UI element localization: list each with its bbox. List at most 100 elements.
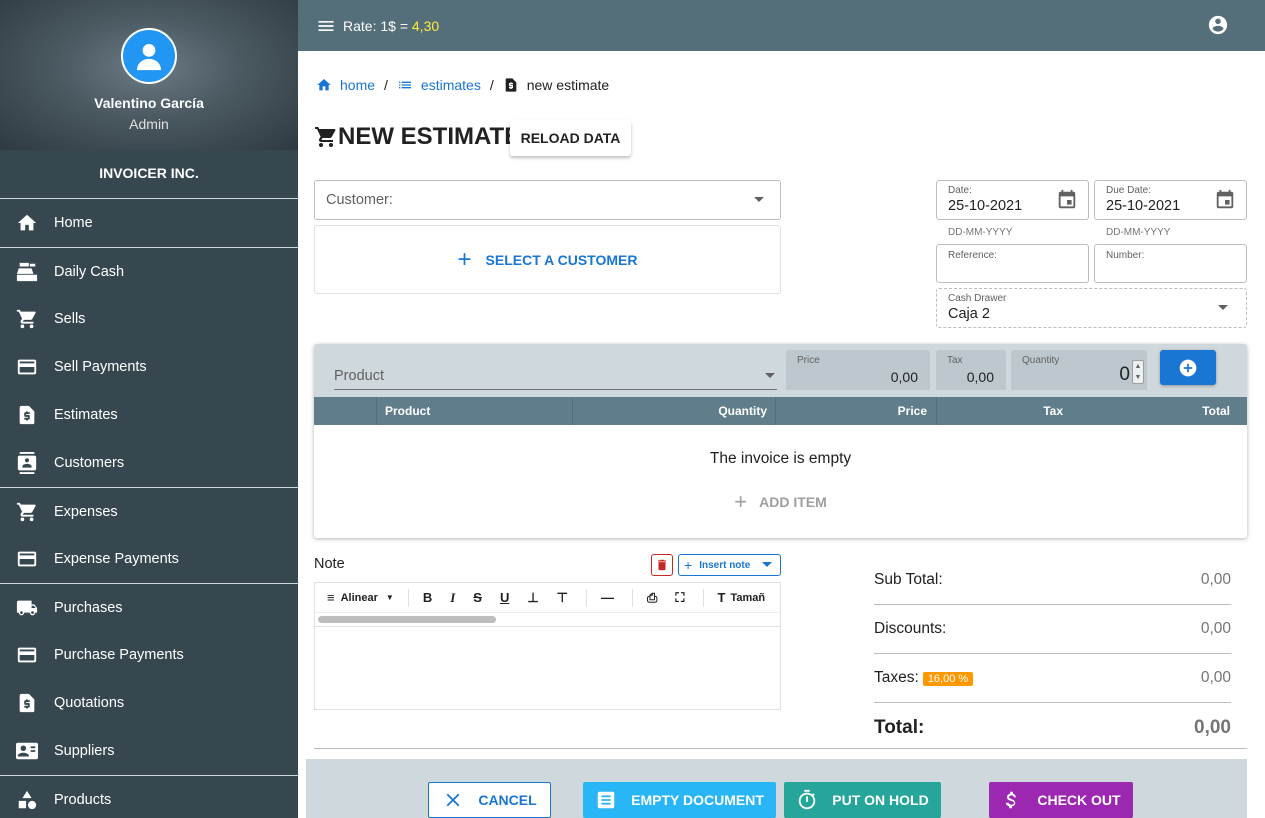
cart-icon: [16, 309, 36, 329]
align-dropdown[interactable]: Alinear: [341, 592, 378, 604]
product-select[interactable]: Product: [334, 352, 777, 390]
breadcrumb-estimates[interactable]: estimates: [421, 77, 481, 93]
column-divider: [775, 397, 776, 425]
quantity-stepper[interactable]: Quantity 0 ▲ ▼: [1011, 350, 1147, 390]
insert-note-dropdown[interactable]: + Insert note: [678, 554, 781, 576]
sidebar-item-label: Expenses: [54, 503, 118, 520]
document-dollar-icon: [19, 405, 35, 425]
date-field[interactable]: Date: 25-10-2021: [936, 180, 1089, 220]
text-size-dropdown[interactable]: Tamañ: [730, 592, 765, 604]
print-icon[interactable]: ⎙: [647, 590, 657, 606]
menu-icon[interactable]: [316, 16, 336, 36]
avatar[interactable]: [121, 28, 177, 84]
breadcrumb-home[interactable]: home: [340, 77, 375, 93]
sidebar-item-label: Products: [54, 791, 112, 808]
trash-icon: [657, 559, 667, 571]
column-quantity: Quantity: [718, 404, 767, 418]
sidebar-item-label: Suppliers: [54, 743, 115, 759]
toolbar-scrollbar[interactable]: [315, 613, 780, 627]
checkout-button[interactable]: CHECK OUT: [989, 782, 1133, 818]
add-product-button[interactable]: [1160, 350, 1216, 385]
close-icon: [446, 793, 460, 807]
home-icon: [317, 79, 331, 91]
price-input[interactable]: Price 0,00: [786, 350, 930, 390]
date-value: 25-10-2021: [948, 198, 1023, 214]
toolbar-divider: [631, 588, 633, 607]
calendar-icon[interactable]: [1056, 189, 1078, 211]
sidebar-item-daily-cash[interactable]: Daily Cash: [0, 247, 298, 295]
divider: [314, 748, 1247, 749]
home-icon: [17, 214, 37, 231]
sidebar-item-home[interactable]: Home: [0, 199, 298, 247]
sidebar-item-sell-payments[interactable]: Sell Payments: [0, 343, 298, 391]
put-on-hold-button[interactable]: PUT ON HOLD: [784, 782, 941, 818]
subtotal-label: Sub Total:: [874, 571, 943, 588]
document-dollar-icon: [505, 78, 517, 92]
dollar-icon: [1006, 791, 1017, 809]
sidebar-item-quotations[interactable]: Quotations: [0, 679, 298, 727]
sidebar-item-label: Customers: [54, 455, 125, 471]
fullscreen-icon[interactable]: ⛶: [675, 590, 684, 606]
sidebar-item-expense-payments[interactable]: Expense Payments: [0, 535, 298, 583]
tax-label: Tax: [947, 355, 963, 366]
sidebar-item-products[interactable]: Products: [0, 775, 298, 818]
sidebar-item-label: Purchases: [54, 599, 123, 616]
due-date-field[interactable]: Due Date: 25-10-2021: [1094, 180, 1247, 220]
reload-data-button[interactable]: RELOAD DATA: [510, 120, 631, 156]
add-item-button[interactable]: + ADD ITEM: [314, 489, 1247, 515]
scrollbar-thumb[interactable]: [318, 616, 496, 623]
calendar-icon[interactable]: [1214, 189, 1236, 211]
sidebar-item-purchase-payments[interactable]: Purchase Payments: [0, 631, 298, 679]
column-price: Price: [897, 404, 927, 418]
account-circle-icon[interactable]: [1207, 14, 1229, 36]
toolbar-divider: [585, 588, 587, 607]
sidebar-item-estimates[interactable]: Estimates: [0, 391, 298, 439]
column-total: Total: [1202, 404, 1230, 418]
chevron-down-icon: [754, 197, 764, 202]
cash-drawer-value: Caja 2: [948, 306, 990, 322]
cancel-button[interactable]: CANCEL: [428, 782, 551, 818]
reference-field[interactable]: Reference:: [936, 244, 1089, 283]
underline-icon[interactable]: U: [500, 590, 509, 605]
italic-icon[interactable]: I: [450, 590, 455, 606]
note-editor[interactable]: ≡ Alinear ▼ B I S U ⊥ ⊤ — ⎙ ⛶ T Tamañ: [314, 582, 781, 710]
sidebar-item-expenses[interactable]: Expenses: [0, 487, 298, 535]
sidebar-item-sells[interactable]: Sells: [0, 295, 298, 343]
add-circle-icon: [1179, 359, 1197, 376]
discounts-value: 0,00: [1200, 620, 1231, 637]
exchange-rate: Rate: 1$ = 4,30: [343, 18, 439, 34]
top-bar: Rate: 1$ = 4,30: [298, 0, 1265, 51]
empty-document-button[interactable]: EMPTY DOCUMENT: [583, 782, 776, 818]
delete-note-button[interactable]: [651, 554, 673, 576]
select-customer-label: SELECT A CUSTOMER: [485, 251, 638, 268]
tax-value: 0,00: [966, 369, 994, 385]
total-label: Total:: [874, 716, 925, 738]
number-field[interactable]: Number:: [1094, 244, 1247, 283]
bold-icon[interactable]: B: [423, 590, 432, 605]
strikethrough-icon[interactable]: S: [473, 590, 482, 605]
date-hint: DD-MM-YYYY: [948, 227, 1013, 238]
due-date-hint: DD-MM-YYYY: [1106, 227, 1171, 238]
tax-input[interactable]: Tax 0,00: [936, 350, 1006, 390]
sidebar-item-customers[interactable]: Customers: [0, 439, 298, 487]
select-customer-button[interactable]: + SELECT A CUSTOMER: [314, 225, 781, 294]
subtotal-row: Sub Total: 0,00: [874, 556, 1231, 605]
plus-icon: +: [684, 557, 693, 573]
cash-drawer-select[interactable]: Cash Drawer Caja 2: [936, 288, 1247, 328]
empty-document-label: EMPTY DOCUMENT: [631, 792, 764, 808]
column-divider: [572, 397, 573, 425]
horizontal-rule-icon[interactable]: —: [601, 590, 614, 605]
page-title: NEW ESTIMATE: [314, 123, 520, 151]
sidebar-item-label: Quotations: [54, 695, 125, 711]
sidebar-item-label: Home: [54, 215, 93, 231]
sidebar-item-suppliers[interactable]: Suppliers: [0, 727, 298, 775]
quantity-spin-buttons[interactable]: ▲ ▼: [1132, 360, 1144, 384]
cancel-label: CANCEL: [478, 792, 537, 808]
sidebar-item-purchases[interactable]: Purchases: [0, 583, 298, 631]
plus-icon: +: [734, 489, 748, 514]
chevron-down-icon[interactable]: ▼: [386, 593, 394, 602]
customer-select[interactable]: Customer:: [314, 180, 781, 220]
checkout-label: CHECK OUT: [1037, 792, 1121, 808]
superscript-icon[interactable]: ⊤: [557, 590, 568, 606]
subscript-icon[interactable]: ⊥: [527, 590, 538, 606]
